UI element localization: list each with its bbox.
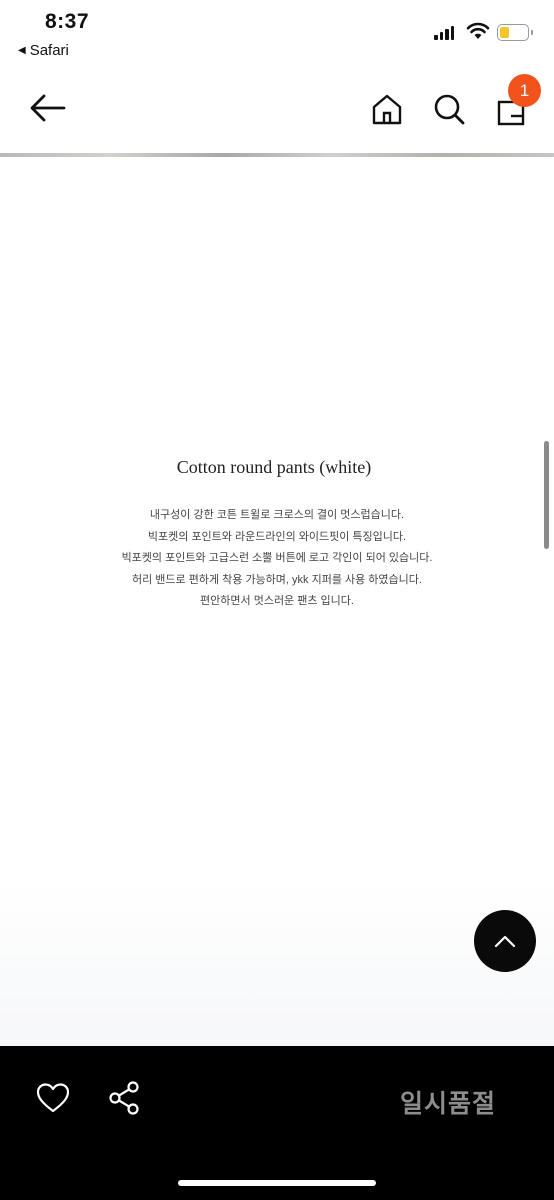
cart-count-badge: 1 [508, 74, 541, 107]
heart-icon[interactable] [36, 1082, 70, 1114]
description-line: 허리 밴드로 편하게 착용 가능하며, ykk 지퍼를 사용 하였습니다. [132, 573, 422, 586]
scrollbar[interactable] [544, 441, 549, 549]
back-arrow-icon[interactable] [28, 92, 68, 124]
description-line: 빅포켓의 포인트와 고급스런 소뿔 버튼에 로고 각인이 되어 있습니다. [121, 552, 433, 564]
description-line: 빅포켓의 포인트와 라운드라인의 와이드핏이 특징입니다. [147, 530, 407, 543]
wifi-icon [466, 22, 490, 39]
battery-icon [497, 24, 533, 41]
search-icon[interactable] [432, 92, 466, 126]
scroll-to-top-button[interactable] [474, 910, 536, 972]
back-app-label: Safari [29, 42, 69, 59]
sold-out-status: 일시품절 [400, 1090, 497, 1118]
chevron-up-icon [494, 935, 516, 948]
product-description: 내구성이 강한 코튼 트윌로 크로스의 결이 멋스럽습니다. 빅포켓의 포인트와… [0, 505, 554, 613]
description-line: 내구성이 강한 코튼 트윌로 크로스의 결이 멋스럽습니다. [149, 509, 405, 521]
share-icon[interactable] [106, 1080, 142, 1116]
status-bar: 8:37 ◀ Safari [0, 0, 554, 70]
cellular-signal-icon [434, 24, 454, 40]
product-image-edge [0, 153, 554, 157]
back-to-app-link[interactable]: ◀ Safari [18, 42, 69, 59]
status-time: 8:37 [45, 10, 90, 33]
home-indicator[interactable] [178, 1180, 376, 1186]
product-title: Cotton round pants (white) [176, 457, 372, 477]
home-icon[interactable] [370, 92, 404, 126]
description-line: 편안하면서 멋스러운 팬츠 입니다. [200, 595, 354, 607]
back-triangle-icon: ◀ [18, 45, 26, 56]
top-navigation [0, 70, 554, 154]
bottom-action-bar: 일시품절 [0, 1046, 554, 1200]
content-fade [0, 880, 554, 1046]
